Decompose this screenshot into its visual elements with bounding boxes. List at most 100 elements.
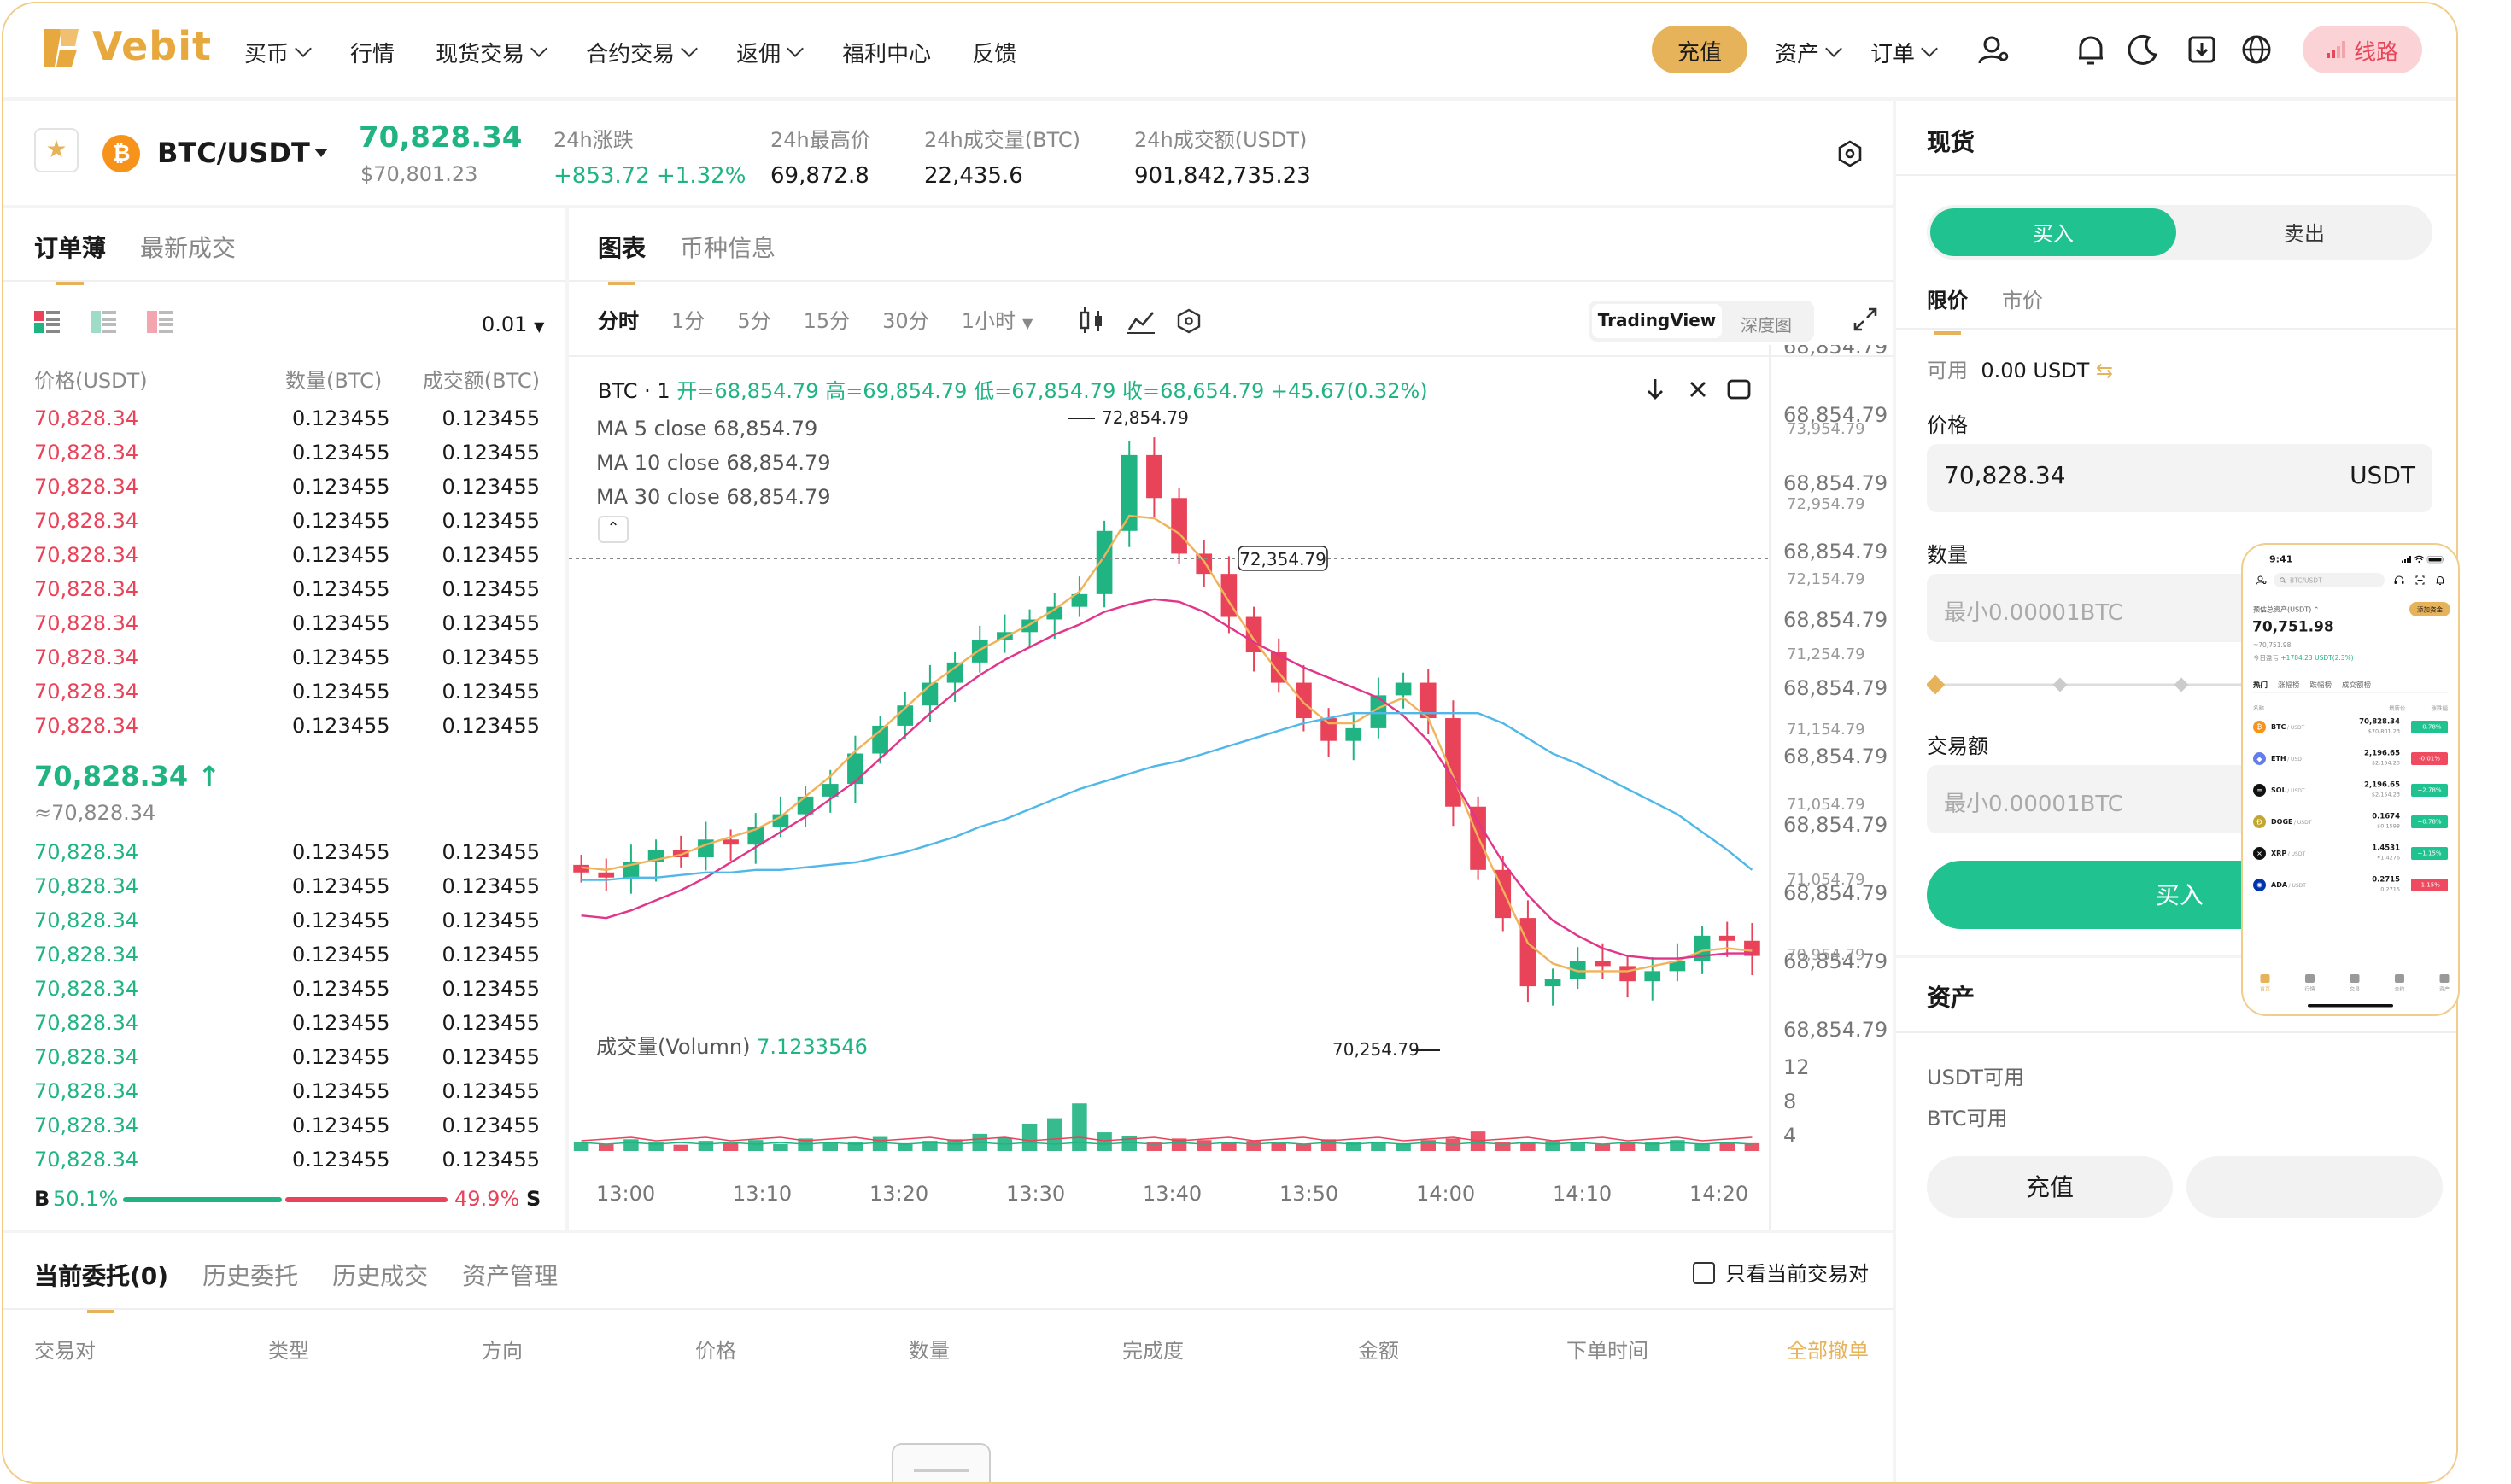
download-icon[interactable] (2185, 32, 2219, 67)
depth-chart-tab[interactable]: 深度图 (1741, 311, 1792, 336)
order-book-row[interactable]: 70,828.34 0.123455 0.123455 (34, 909, 540, 943)
nav-item-1[interactable]: 行情 (350, 36, 395, 68)
order-book-row[interactable]: 70,828.34 0.123455 0.123455 (34, 1113, 540, 1148)
market-row[interactable]: ✕ XRP / USDT 1.4531 ¥1.4276 +1.15% (2253, 841, 2448, 867)
order-book-row[interactable]: 70,828.34 0.123455 0.123455 (34, 874, 540, 909)
order-book-row[interactable]: 70,828.34 0.123455 0.123455 (34, 611, 540, 646)
timeframe-2[interactable]: 5分 (737, 306, 770, 335)
slider-handle[interactable] (1927, 675, 1946, 695)
orders-tab-3[interactable]: 资产管理 (462, 1259, 558, 1293)
order-book-row[interactable]: 70,828.34 0.123455 0.123455 (34, 543, 540, 577)
tabbar-item-3[interactable]: 合约 (2388, 972, 2412, 997)
nav-item-0[interactable]: 买币 (244, 36, 312, 68)
logo[interactable]: Vebit (41, 26, 212, 70)
cancel-all-button[interactable]: 全部撤单 (1787, 1335, 1869, 1364)
sell-tab[interactable]: 卖出 (2180, 208, 2429, 256)
bell-icon[interactable] (2074, 32, 2108, 67)
dark-mode-icon[interactable] (2127, 32, 2161, 67)
tabbar-item-0[interactable]: 首页 (2253, 972, 2277, 997)
buy-tab[interactable]: 买入 (1930, 208, 2176, 256)
order-book-row[interactable]: 70,828.34 0.123455 0.123455 (34, 509, 540, 543)
tab-latest-trades[interactable]: 最新成交 (140, 231, 236, 265)
nav-item-6[interactable]: 反馈 (972, 36, 1016, 68)
nav-item-2[interactable]: 现货交易 (436, 36, 547, 68)
nav-item-3[interactable]: 合约交易 (586, 36, 699, 68)
price-input[interactable]: 70,828.34 USDT (1927, 444, 2432, 512)
book-both-view-icon[interactable] (34, 311, 60, 333)
market-row[interactable]: ✺ ADA / USDT 0.2715 0.2715 -1.15% (2253, 873, 2448, 898)
order-book-row[interactable]: 70,828.34 0.123455 0.123455 (34, 1045, 540, 1079)
coin-change-badge[interactable]: +1.15% (2411, 847, 2448, 860)
market-tab-3[interactable]: 成交额榜 (2342, 679, 2371, 690)
order-book-row[interactable]: 70,828.34 0.123455 0.123455 (34, 714, 540, 748)
order-book-row[interactable]: 70,828.34 0.123455 0.123455 (34, 943, 540, 977)
market-row[interactable]: ₿ BTC / USDT 70,828.34 $70,801.23 +0.78% (2253, 715, 2448, 740)
market-row[interactable]: ≡ SOL / USDT 2,196.65 $2,154.23 +2.78% (2253, 778, 2448, 803)
tab-market[interactable]: 市价 (2002, 285, 2043, 314)
add-funds-button[interactable]: 添加资金 (2409, 602, 2450, 616)
coin-change-badge[interactable]: +0.78% (2411, 815, 2448, 828)
bell-icon[interactable] (2436, 575, 2444, 585)
market-row[interactable]: Ð DOGE / USDT 0.1674 $0.1598 +0.78% (2253, 809, 2448, 835)
tab-limit[interactable]: 限价 (1927, 285, 1968, 335)
orders-tab-2[interactable]: 历史成交 (332, 1259, 428, 1293)
precision-select[interactable]: 0.01 ▼ (482, 313, 544, 336)
order-book-row[interactable]: 70,828.34 0.123455 0.123455 (34, 1148, 540, 1182)
book-asks-view-icon[interactable] (147, 311, 173, 333)
order-book-row[interactable]: 70,828.34 0.123455 0.123455 (34, 680, 540, 714)
pair-selector[interactable]: BTC/USDT (157, 137, 310, 169)
headset-icon[interactable] (2394, 575, 2404, 584)
coin-change-badge[interactable]: +0.78% (2411, 721, 2448, 733)
only-current-pair-checkbox[interactable] (1693, 1262, 1715, 1284)
tab-order-book[interactable]: 订单薄 (34, 231, 106, 285)
nav-item-4[interactable]: 返佣 (736, 36, 805, 68)
tabbar-item-4[interactable]: 资产 (2432, 972, 2456, 997)
settings-hexagon-icon[interactable] (1177, 308, 1201, 334)
assets-secondary-button[interactable] (2186, 1156, 2443, 1218)
assets-deposit-button[interactable]: 充值 (1927, 1156, 2173, 1218)
tab-chart[interactable]: 图表 (598, 231, 646, 285)
fullscreen-icon[interactable] (1853, 307, 1877, 331)
order-book-row[interactable]: 70,828.34 0.123455 0.123455 (34, 1011, 540, 1045)
timeframe-3[interactable]: 15分 (804, 306, 851, 335)
market-row[interactable]: ◆ ETH / USDT 2,196.65 $2,154.23 -0.01% (2253, 746, 2448, 772)
market-tab-2[interactable]: 跌幅榜 (2310, 679, 2332, 690)
coin-change-badge[interactable]: +2.78% (2411, 784, 2448, 797)
order-book-row[interactable]: 70,828.34 0.123455 0.123455 (34, 406, 540, 441)
tabbar-item-2[interactable]: 交易 (2343, 972, 2367, 997)
orders-tab-0[interactable]: 当前委托(0) (34, 1259, 168, 1313)
market-tab-1[interactable]: 涨幅榜 (2278, 679, 2300, 690)
tabbar-item-1[interactable]: 行情 (2298, 972, 2322, 997)
orders-menu[interactable]: 订单 (1870, 36, 1938, 68)
coin-change-badge[interactable]: -0.01% (2411, 752, 2448, 765)
favorite-star-icon[interactable]: ★ (34, 128, 79, 172)
order-book-row[interactable]: 70,828.34 0.123455 0.123455 (34, 441, 540, 475)
order-book-row[interactable]: 70,828.34 0.123455 0.123455 (34, 646, 540, 680)
order-book-row[interactable]: 70,828.34 0.123455 0.123455 (34, 475, 540, 509)
tab-coin-info[interactable]: 币种信息 (680, 231, 776, 265)
tradingview-tab[interactable]: TradingView (1592, 304, 1722, 338)
book-bids-view-icon[interactable] (91, 311, 116, 333)
scan-icon[interactable] (2415, 575, 2425, 585)
timeframe-4[interactable]: 30分 (882, 306, 929, 335)
timeframe-1[interactable]: 1分 (671, 306, 705, 335)
market-tab-0[interactable]: 热门 (2253, 679, 2268, 690)
timeframe-5[interactable]: 1小时 ▼ (962, 306, 1033, 335)
orders-tab-1[interactable]: 历史委托 (202, 1259, 298, 1293)
transfer-icon[interactable]: ⇆ (2096, 359, 2113, 383)
candle-type-icon[interactable] (1080, 307, 1102, 333)
indicator-icon[interactable] (1127, 312, 1155, 334)
order-book-row[interactable]: 70,828.34 0.123455 0.123455 (34, 1079, 540, 1113)
nav-item-5[interactable]: 福利中心 (842, 36, 931, 68)
timeframe-0[interactable]: 分时 (598, 306, 639, 335)
order-book-row[interactable]: 70,828.34 0.123455 0.123455 (34, 840, 540, 874)
assets-menu[interactable]: 资产 (1775, 36, 1842, 68)
user-icon[interactable] (1976, 32, 2011, 67)
candlestick-chart[interactable]: 72,354.79 72,854.79 70,254.79 68,854.79 68,8… (569, 345, 1893, 1230)
order-book-row[interactable]: 70,828.34 0.123455 0.123455 (34, 977, 540, 1011)
chevron-up-icon[interactable]: ⌃ (2314, 605, 2320, 614)
globe-icon[interactable] (2239, 32, 2274, 67)
profile-icon[interactable] (2256, 575, 2267, 586)
deposit-button[interactable]: 充值 (1652, 26, 1747, 73)
search-input[interactable]: BTC/USDT (2274, 573, 2385, 587)
